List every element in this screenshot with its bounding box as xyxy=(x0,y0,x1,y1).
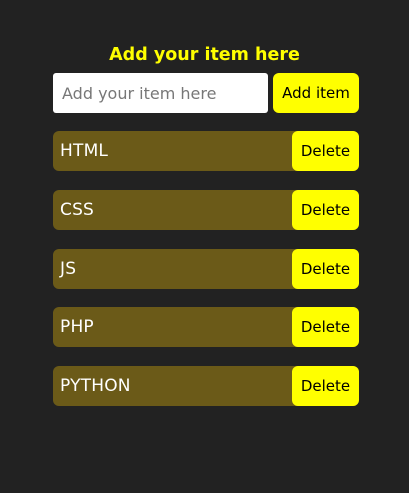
todo-app: Add your item here Add item HTML Delete … xyxy=(0,0,409,493)
add-item-button[interactable]: Add item xyxy=(273,73,359,113)
delete-button[interactable]: Delete xyxy=(292,131,359,171)
add-item-form: Add item xyxy=(53,73,359,113)
list-item-label: JS xyxy=(60,258,77,279)
delete-button[interactable]: Delete xyxy=(292,366,359,406)
list-item-label: PYTHON xyxy=(60,376,131,396)
delete-button[interactable]: Delete xyxy=(292,248,359,289)
list-item: HTML Delete xyxy=(53,131,359,171)
item-input[interactable] xyxy=(53,73,268,113)
list-item: CSS Delete xyxy=(53,189,359,230)
list-item-label: CSS xyxy=(60,199,95,220)
list-item: JS Delete xyxy=(53,248,359,289)
delete-button[interactable]: Delete xyxy=(292,189,359,230)
delete-button[interactable]: Delete xyxy=(292,307,359,348)
item-list: HTML Delete CSS Delete JS Delete PHP Del… xyxy=(53,131,359,425)
page-title: Add your item here xyxy=(109,45,300,65)
list-item: PHP Delete xyxy=(53,307,359,348)
list-item-label: HTML xyxy=(60,141,109,161)
list-item: PYTHON Delete xyxy=(53,366,359,406)
list-item-label: PHP xyxy=(60,317,94,338)
